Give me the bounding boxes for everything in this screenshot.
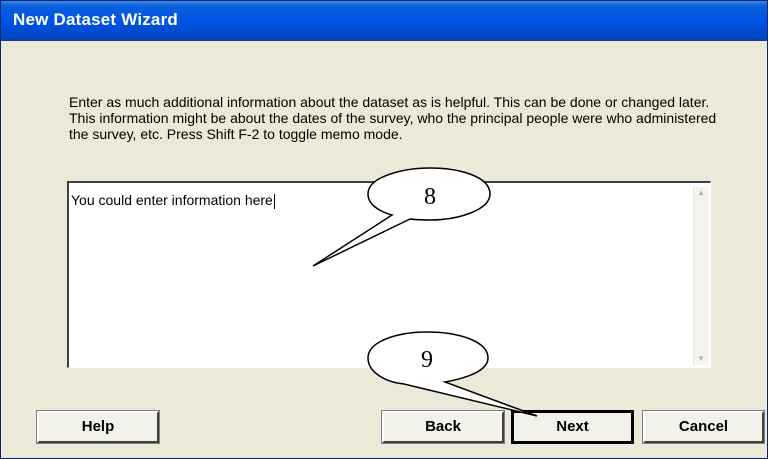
window-title: New Dataset Wizard xyxy=(13,10,178,29)
next-button[interactable]: Next xyxy=(511,410,634,444)
memo-scrollbar[interactable]: ▲ ▼ xyxy=(693,187,708,365)
scroll-up-arrow-icon[interactable]: ▲ xyxy=(695,187,707,199)
title-bar[interactable]: New Dataset Wizard xyxy=(1,1,767,41)
help-button[interactable]: Help xyxy=(36,410,160,444)
cancel-button[interactable]: Cancel xyxy=(642,410,765,444)
memo-textarea[interactable]: You could enter information here ▲ ▼ xyxy=(67,181,711,368)
back-button[interactable]: Back xyxy=(381,410,505,444)
instructions-text: Enter as much additional information abo… xyxy=(69,94,717,142)
scroll-down-arrow-icon[interactable]: ▼ xyxy=(695,353,707,365)
wizard-window: New Dataset Wizard Enter as much additio… xyxy=(0,0,768,459)
text-caret xyxy=(273,193,275,209)
memo-value[interactable]: You could enter information here xyxy=(71,192,275,209)
